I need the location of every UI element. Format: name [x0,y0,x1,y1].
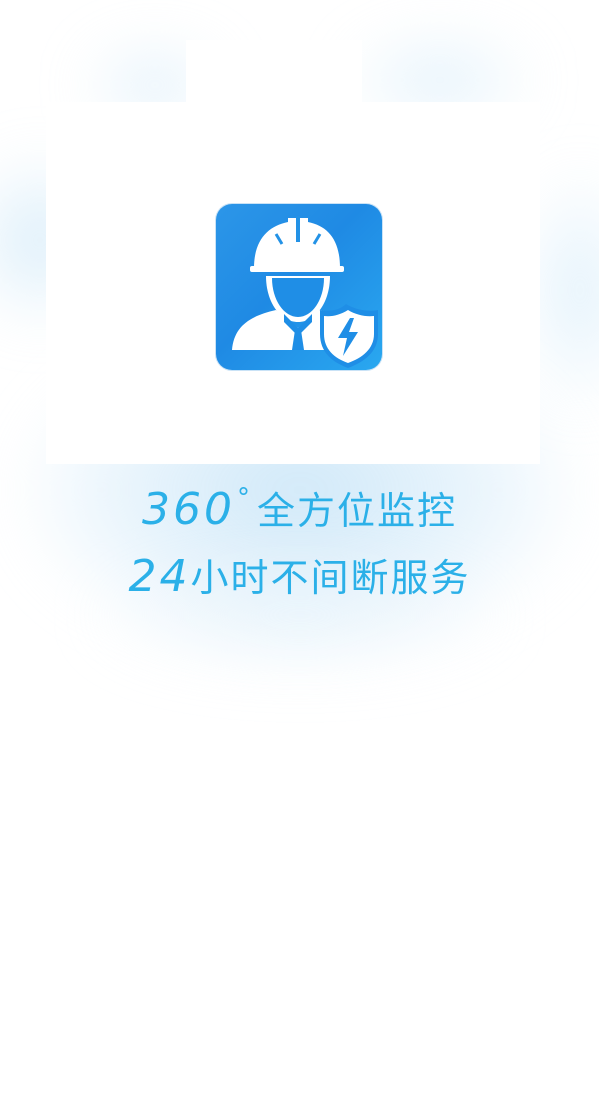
engineer-hardhat-shield-icon [232,216,378,368]
splash-screen: 360° 全方位监控 24小时不间断服务 [0,0,599,1111]
slogan-text-monitoring: 全方位监控 [256,489,457,533]
slogan-line-2: 24小时不间断服务 [0,549,599,606]
slogan-number-360: 360 [142,484,235,535]
degree-symbol: ° [236,483,251,513]
background-panel [186,40,362,110]
background-panel [212,440,499,462]
app-logo [216,204,382,370]
slogan-line-1: 360° 全方位监控 [0,470,599,539]
slogan-number-24: 24 [128,551,191,602]
slogan-text-service: 小时不间断服务 [190,556,471,600]
